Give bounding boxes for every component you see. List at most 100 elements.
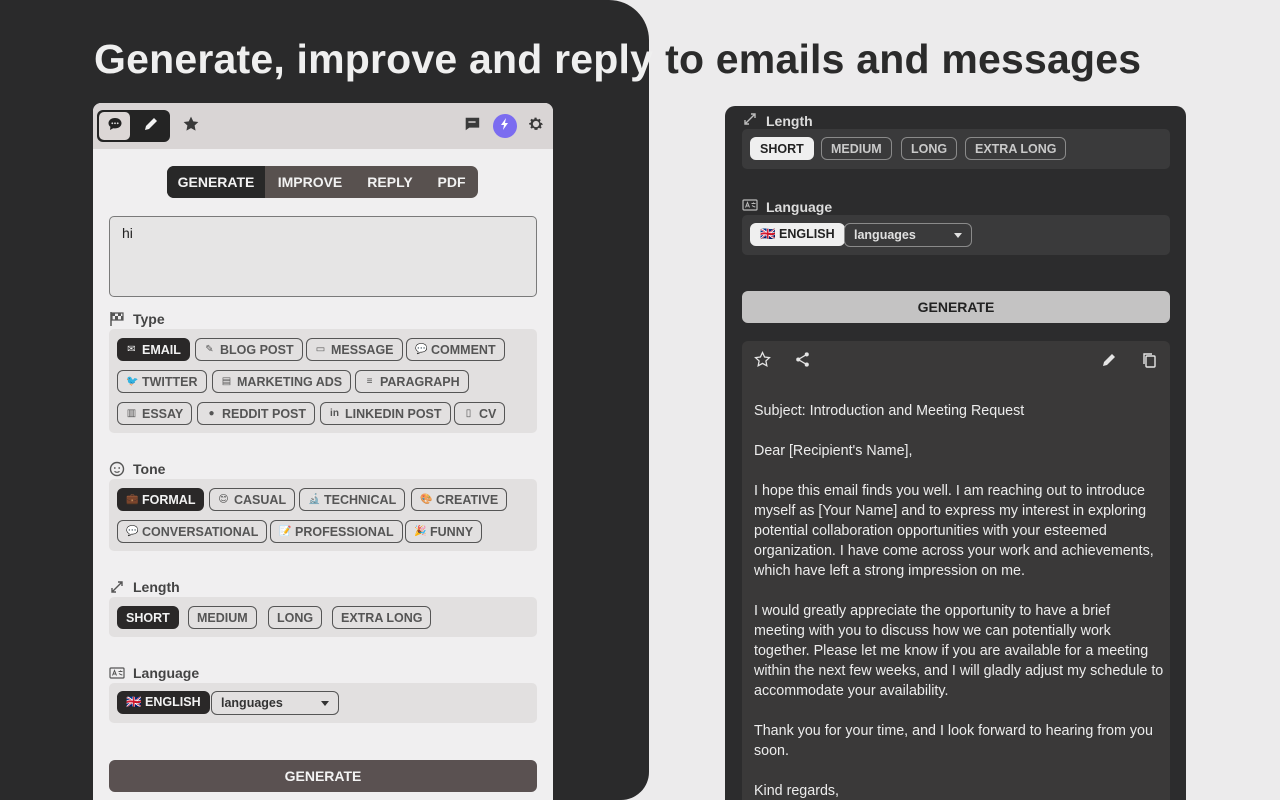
chip-label: PROFESSIONAL xyxy=(295,524,394,539)
length-chip-short[interactable]: SHORT xyxy=(750,137,814,160)
copy-icon xyxy=(1141,352,1157,373)
tab-pdf[interactable]: PDF xyxy=(425,166,478,198)
chip-label: COMMENT xyxy=(431,342,496,357)
tone-chip-creative[interactable]: 🎨 CREATIVE xyxy=(411,488,508,511)
caret-down-icon xyxy=(321,700,329,706)
length-label: Length xyxy=(133,579,180,595)
favorite-result-button[interactable] xyxy=(753,351,771,373)
length-chip-short[interactable]: SHORT xyxy=(117,606,179,629)
settings-button[interactable] xyxy=(526,116,546,136)
chip-label: CASUAL xyxy=(234,492,287,507)
chip-label: TECHNICAL xyxy=(324,492,397,507)
type-chip-blog-post[interactable]: ✎ BLOG POST xyxy=(195,338,303,361)
document-icon: ▯ xyxy=(465,408,472,419)
chip-label: ESSAY xyxy=(142,406,184,421)
type-chip-marketing-ads[interactable]: ▤ MARKETING ADS xyxy=(212,370,352,393)
languages-dropdown[interactable]: languages xyxy=(211,691,339,715)
length-chip-medium[interactable]: MEDIUM xyxy=(188,606,257,629)
tone-chip-professional[interactable]: 📝 PROFESSIONAL xyxy=(270,520,403,543)
linkedin-icon: in xyxy=(330,408,339,419)
tone-section-label: Tone xyxy=(109,461,165,477)
party-icon: 🎉 xyxy=(414,526,427,537)
tone-chip-casual[interactable]: 😊 CASUAL xyxy=(209,488,296,511)
chip-label: FORMAL xyxy=(142,492,196,507)
result-card: Subject: Introduction and Meeting Reques… xyxy=(742,341,1170,800)
tone-chip-funny[interactable]: 🎉 FUNNY xyxy=(405,520,483,543)
result-paragraph: Subject: Introduction and Meeting Reques… xyxy=(754,403,1025,419)
chip-label: TWITTER xyxy=(142,374,198,389)
length-chip-medium[interactable]: MEDIUM xyxy=(821,137,892,160)
chip-label: MESSAGE xyxy=(331,342,394,357)
language-chip-english[interactable]: 🇬🇧 ENGLISH xyxy=(117,691,210,714)
flag-icon xyxy=(109,311,125,327)
tone-chip-formal[interactable]: 💼 FORMAL xyxy=(117,488,205,511)
result-paragraph: Kind regards, xyxy=(754,783,840,799)
share-result-button[interactable] xyxy=(793,351,811,373)
smile-emoji-icon: 😊 xyxy=(218,494,229,505)
toolbar xyxy=(93,103,553,149)
translate-icon xyxy=(109,665,125,681)
type-chip-twitter[interactable]: 🐦 TWITTER xyxy=(117,370,207,393)
language-section-label: Language xyxy=(742,197,832,216)
twitter-icon: 🐦 xyxy=(126,376,139,387)
length-options-group: SHORT MEDIUM LONG EXTRA LONG xyxy=(109,597,537,637)
generated-email-text: Subject: Introduction and Meeting Reques… xyxy=(754,401,1164,800)
upgrade-button[interactable] xyxy=(493,114,517,138)
chip-label: CV xyxy=(479,406,497,421)
star-icon xyxy=(753,351,771,373)
caret-down-icon xyxy=(954,232,962,238)
tab-improve[interactable]: IMPROVE xyxy=(265,166,355,198)
briefcase-icon: 💼 xyxy=(126,494,139,505)
type-chip-reddit-post[interactable]: ● REDDIT POST xyxy=(197,402,316,425)
palette-icon: 🎨 xyxy=(420,494,433,505)
feedback-icon xyxy=(463,115,481,138)
result-paragraph: I would greatly appreciate the opportuni… xyxy=(754,603,1164,699)
copy-result-button[interactable] xyxy=(1140,352,1158,373)
chip-label: REDDIT POST xyxy=(222,406,307,421)
tone-chip-technical[interactable]: 🔬 TECHNICAL xyxy=(299,488,406,511)
gear-icon xyxy=(527,115,545,138)
language-label: Language xyxy=(766,198,833,215)
tab-reply[interactable]: REPLY xyxy=(355,166,425,198)
generate-button[interactable]: GENERATE xyxy=(742,291,1170,323)
generate-button[interactable]: GENERATE xyxy=(109,760,537,792)
result-paragraph: Dear [Recipient's Name], xyxy=(754,443,913,459)
type-chip-comment[interactable]: 💬 COMMENT xyxy=(406,338,505,361)
feedback-button[interactable] xyxy=(462,116,482,136)
edit-result-button[interactable] xyxy=(1100,353,1118,371)
result-paragraph: Thank you for your time, and I look forw… xyxy=(754,723,1153,759)
pencil-icon xyxy=(1101,352,1117,373)
type-chip-cv[interactable]: ▯ CV xyxy=(454,402,506,425)
favorites-button[interactable] xyxy=(181,116,201,136)
tab-generate[interactable]: GENERATE xyxy=(167,166,265,198)
type-chip-essay[interactable]: ▥ ESSAY xyxy=(117,402,193,425)
type-chip-linkedin-post[interactable]: in LINKEDIN POST xyxy=(320,402,451,425)
chip-label: CONVERSATIONAL xyxy=(142,524,259,539)
language-chip-english[interactable]: 🇬🇧 ENGLISH xyxy=(750,223,845,246)
headline-part-b: to emails and messages xyxy=(665,36,1142,82)
share-icon xyxy=(794,351,811,373)
length-chip-extra-long[interactable]: EXTRA LONG xyxy=(332,606,432,629)
length-options-group: SHORT MEDIUM LONG EXTRA LONG xyxy=(742,129,1170,169)
type-chip-paragraph[interactable]: ≡ PARAGRAPH xyxy=(355,370,469,393)
tone-chip-conversational[interactable]: 💬 CONVERSATIONAL xyxy=(117,520,268,543)
prompt-input[interactable]: hi xyxy=(109,216,537,297)
length-chip-extra-long[interactable]: EXTRA LONG xyxy=(965,137,1067,160)
chip-label: EMAIL xyxy=(142,342,181,357)
chip-label: LINKEDIN POST xyxy=(345,406,442,421)
type-chip-email[interactable]: ✉ EMAIL xyxy=(117,338,190,361)
chat-mode-button[interactable] xyxy=(99,112,130,140)
type-section-label: Type xyxy=(109,311,165,327)
paragraph-icon: ≡ xyxy=(366,376,373,387)
languages-dropdown[interactable]: languages xyxy=(844,223,972,247)
chip-label: CREATIVE xyxy=(436,492,499,507)
smiley-icon xyxy=(109,461,125,477)
speech-bubble-icon: 💬 xyxy=(126,526,139,537)
write-mode-button[interactable] xyxy=(135,112,166,140)
length-chip-long[interactable]: LONG xyxy=(268,606,323,629)
translate-icon xyxy=(742,197,758,216)
pencil-icon xyxy=(143,116,159,137)
type-chip-message[interactable]: ▭ MESSAGE xyxy=(306,338,403,361)
length-chip-long[interactable]: LONG xyxy=(901,137,958,160)
chip-label: FUNNY xyxy=(430,524,474,539)
